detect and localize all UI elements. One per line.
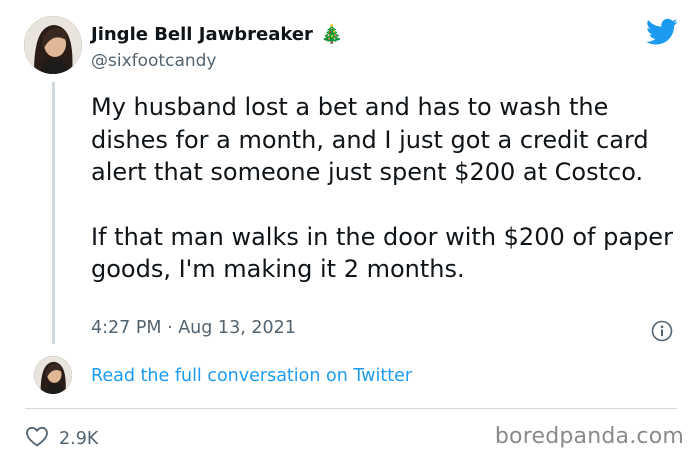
heart-icon[interactable] <box>25 425 49 452</box>
tweet-body: My husband lost a bet and has to wash th… <box>91 91 681 318</box>
read-conversation-link[interactable]: Read the full conversation on Twitter <box>91 366 412 386</box>
watermark: boredpanda.com <box>494 424 684 449</box>
like-count: 2.9K <box>59 428 99 449</box>
like-button[interactable]: 2.9K <box>25 425 98 452</box>
info-icon[interactable] <box>651 320 673 342</box>
author-name[interactable]: Jingle Bell Jawbreaker 🎄 <box>91 24 343 45</box>
reply-avatar[interactable] <box>34 356 72 394</box>
twitter-bird-icon[interactable] <box>646 18 678 46</box>
display-name[interactable]: Jingle Bell Jawbreaker <box>91 24 313 45</box>
tweet-timestamp[interactable]: 4:27 PM · Aug 13, 2021 <box>91 318 296 338</box>
author-avatar[interactable] <box>24 16 82 74</box>
tweet-paragraph-1: My husband lost a bet and has to wash th… <box>91 93 649 186</box>
divider <box>25 408 677 409</box>
christmas-tree-icon: 🎄 <box>320 24 344 45</box>
thread-connector-line <box>52 82 55 344</box>
tweet-paragraph-2: If that man walks in the door with $200 … <box>91 222 673 284</box>
author-handle[interactable]: @sixfootcandy <box>91 51 216 71</box>
